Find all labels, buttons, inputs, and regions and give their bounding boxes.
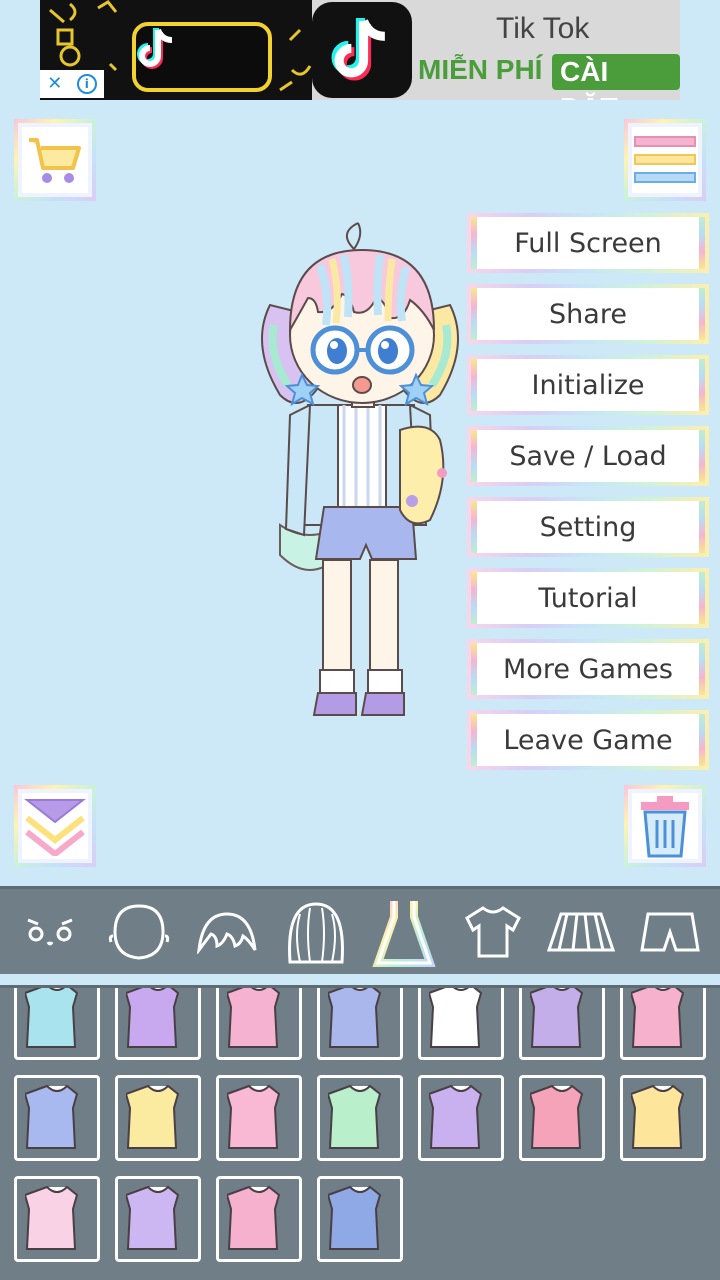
clothing-item-icon <box>126 1185 180 1250</box>
tiktok-logo-icon <box>132 22 272 92</box>
tutorial-button[interactable]: Tutorial <box>467 568 709 628</box>
clothing-item-icon <box>631 988 685 1048</box>
item-tile-dress-blue-bag[interactable] <box>317 988 403 1060</box>
item-tile-coat-lavender[interactable] <box>519 988 605 1060</box>
clothing-item-icon <box>25 1084 79 1149</box>
hair-icon <box>287 901 344 963</box>
clothing-item-icon <box>126 988 180 1048</box>
clothing-item-icon <box>25 1185 79 1250</box>
ad-title: Tik Tok <box>496 12 590 45</box>
clothing-item-icon <box>328 1084 382 1149</box>
category-bangs[interactable] <box>189 894 265 970</box>
clothing-item-icon <box>328 988 382 1048</box>
ad-banner[interactable]: ✕ i Tik Tok MIỄN PHÍ CÀI ĐẶT <box>40 0 680 100</box>
ad-close-controls[interactable]: ✕ i <box>40 70 104 98</box>
clothing-item-icon <box>227 988 281 1048</box>
trash-icon <box>641 796 689 858</box>
clothing-item-icon <box>530 1084 584 1149</box>
item-tile-overalls-denim[interactable] <box>317 1176 403 1262</box>
ad-install-button[interactable]: CÀI ĐẶT <box>552 54 680 100</box>
item-tile-dress-rainbow-tiered[interactable] <box>14 1176 100 1262</box>
share-button[interactable]: Share <box>467 284 709 344</box>
face-icon <box>27 918 73 945</box>
category-bar <box>0 886 720 974</box>
hamburger-menu-icon <box>634 136 696 183</box>
clothing-item-icon <box>227 1084 281 1149</box>
ad-art[interactable]: ✕ i <box>40 0 312 100</box>
item-tile-dress-white[interactable] <box>418 988 504 1060</box>
category-face[interactable] <box>12 894 88 970</box>
ad-info-icon[interactable]: i <box>76 74 97 94</box>
item-tile-dress-yellow-paw[interactable] <box>115 1075 201 1161</box>
item-tile-coat-pink[interactable] <box>519 1075 605 1161</box>
clothing-item-icon <box>126 1084 180 1149</box>
item-tile-overalls-blue[interactable] <box>14 988 100 1060</box>
item-tile-dress-pink-collar[interactable] <box>216 1176 302 1262</box>
ad-close-icon[interactable]: ✕ <box>47 75 62 93</box>
cart-icon <box>29 138 81 183</box>
leave-game-button[interactable]: Leave Game <box>467 710 709 770</box>
item-grid <box>0 985 720 1280</box>
item-tile-dress-mint[interactable] <box>317 1075 403 1161</box>
clothing-item-icon <box>429 988 483 1048</box>
full-screen-button[interactable]: Full Screen <box>467 213 709 273</box>
item-tile-dress-pink-frill[interactable] <box>216 1075 302 1161</box>
ad-free-label: MIỄN PHÍ <box>418 54 543 85</box>
item-tile-dress-pink-long[interactable] <box>216 988 302 1060</box>
more-games-button[interactable]: More Games <box>467 639 709 699</box>
category-skirt[interactable] <box>543 894 619 970</box>
category-shorts[interactable] <box>632 894 708 970</box>
item-tile-dress-yellow[interactable] <box>620 1075 706 1161</box>
clothing-item-icon <box>328 1185 382 1250</box>
trash-button[interactable] <box>624 785 706 867</box>
item-tile-dress-lavender-sailor[interactable] <box>115 988 201 1060</box>
clothing-item-icon <box>429 1084 483 1149</box>
clothing-item-icon <box>25 988 79 1048</box>
skirt-icon <box>547 912 616 951</box>
clothing-item-icon <box>631 1084 685 1149</box>
clothing-item-icon <box>227 1185 281 1250</box>
category-top[interactable] <box>455 894 531 970</box>
item-tile-dress-maid[interactable] <box>115 1176 201 1262</box>
shirt-icon <box>464 905 521 957</box>
item-tile-dress-purple-fluffy[interactable] <box>418 1075 504 1161</box>
category-hair[interactable] <box>278 894 354 970</box>
head-shape-icon <box>108 903 169 960</box>
category-dress[interactable] <box>366 894 442 970</box>
category-head[interactable] <box>101 894 177 970</box>
menu-button[interactable] <box>624 119 706 201</box>
initialize-button[interactable]: Initialize <box>467 355 709 415</box>
clothing-item-icon <box>530 988 584 1048</box>
shorts-icon <box>639 912 700 951</box>
character-preview[interactable] <box>240 215 480 745</box>
game-menu: Full Screen Share Initialize Save / Load… <box>467 213 709 781</box>
dress-icon <box>372 900 436 967</box>
save-load-button[interactable]: Save / Load <box>467 426 709 486</box>
item-tile-dress-pink-sleeves[interactable] <box>620 988 706 1060</box>
item-tile-dress-blue-white[interactable] <box>14 1075 100 1161</box>
setting-button[interactable]: Setting <box>467 497 709 557</box>
bangs-icon <box>197 911 257 954</box>
tiktok-app-icon[interactable] <box>312 2 412 98</box>
double-chevron-down-icon <box>24 799 86 856</box>
collapse-panel-button[interactable] <box>14 785 96 867</box>
shop-button[interactable] <box>14 119 96 201</box>
